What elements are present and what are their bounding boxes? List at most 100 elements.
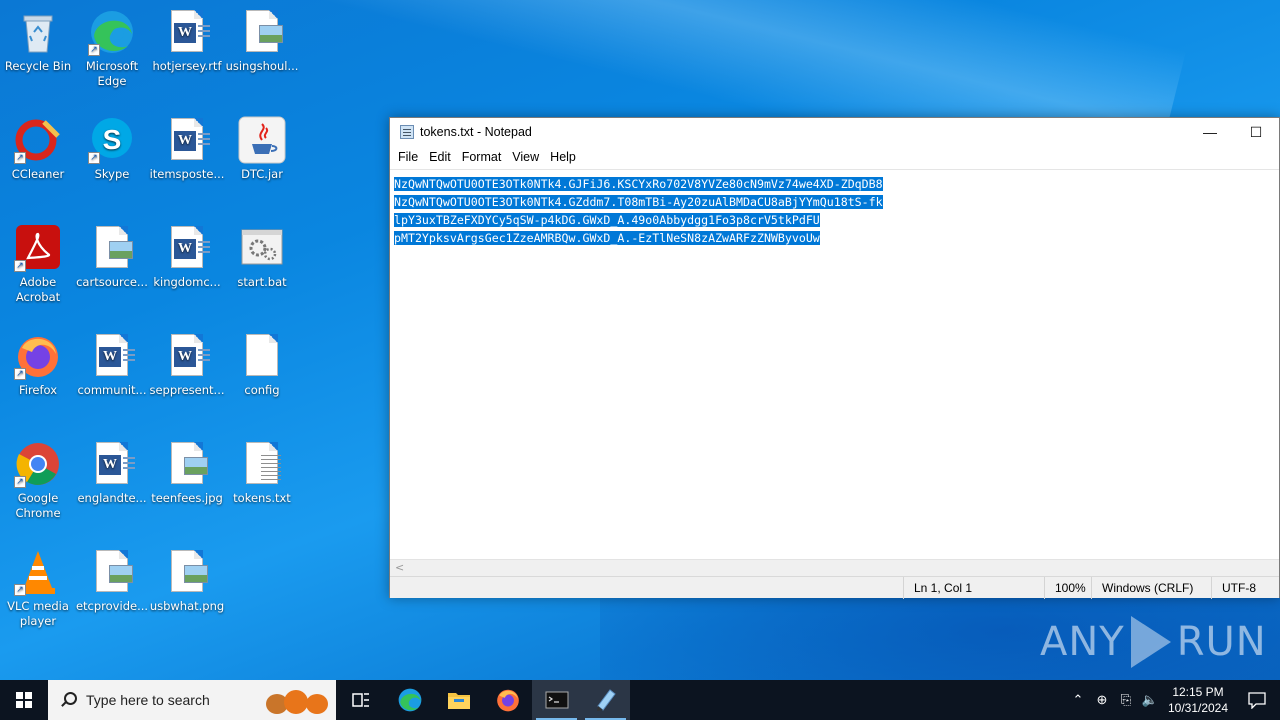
vlc-icon: ↗: [14, 548, 62, 596]
desktop-icon-itemsposte[interactable]: W itemsposte...: [149, 116, 225, 182]
notification-button[interactable]: [1234, 680, 1280, 720]
desktop-icon-englandte[interactable]: W englandte...: [74, 440, 150, 506]
desktop-icon-vlc[interactable]: ↗ VLC media player: [0, 548, 76, 629]
desktop-icon-label: VLC media player: [7, 599, 69, 628]
menu-file[interactable]: File: [396, 148, 425, 166]
scroll-left-icon[interactable]: <: [395, 561, 404, 574]
edge-icon: [398, 688, 421, 712]
status-position: Ln 1, Col 1: [903, 577, 1044, 599]
file-explorer-icon: [447, 693, 470, 709]
desktop-icon-recycle-bin[interactable]: Recycle Bin: [0, 8, 76, 74]
image-file-icon: [88, 548, 136, 596]
minimize-button[interactable]: —: [1187, 118, 1233, 146]
word-document-icon: W: [88, 440, 136, 488]
desktop-icon-config[interactable]: config: [224, 332, 300, 398]
desktop-icon-ccleaner[interactable]: ↗ CCleaner: [0, 116, 76, 182]
desktop-icon-label: teenfees.jpg: [151, 491, 223, 505]
desktop-icon-label: tokens.txt: [233, 491, 291, 505]
image-file-icon: [163, 440, 211, 488]
desktop-icon-usingshoul[interactable]: usingshoul...: [224, 8, 300, 74]
text-line: pMT2YpksvArgsGec1ZzeAMRBQw.GWxD_A.-EzTlN…: [394, 231, 820, 245]
search-placeholder: Type here to search: [86, 692, 210, 708]
word-document-icon: W: [88, 332, 136, 380]
text-line: NzQwNTQwOTU0OTE3OTk0NTk4.GZddm7.T08mTBi-…: [394, 195, 883, 209]
desktop-icon-label: englandte...: [77, 491, 147, 505]
desktop-icon-label: hotjersey.rtf: [152, 59, 222, 73]
status-line-ending: Windows (CRLF): [1091, 577, 1211, 599]
desktop-icon-label: usingshoul...: [225, 59, 299, 73]
notepad-icon: [400, 125, 414, 139]
clock[interactable]: 12:15 PM 10/31/2024: [1162, 684, 1234, 716]
taskbar-search-box[interactable]: Type here to search: [48, 680, 336, 720]
desktop-icon-firefox[interactable]: ↗ Firefox: [0, 332, 76, 398]
search-icon: [60, 692, 77, 708]
status-encoding: UTF-8: [1211, 577, 1279, 599]
desktop-icon-label: Adobe Acrobat: [15, 275, 61, 304]
ccleaner-icon: ↗: [14, 116, 62, 164]
image-file-icon: [238, 8, 286, 56]
status-bar: Ln 1, Col 1 100% Windows (CRLF) UTF-8: [390, 576, 1279, 599]
desktop-icon-microsoft-edge[interactable]: ↗ Microsoft Edge: [74, 8, 150, 89]
desktop-icon-label: config: [244, 383, 280, 397]
volume-icon[interactable]: 🔈: [1138, 692, 1162, 708]
desktop-icon-usbwhat[interactable]: usbwhat.png: [149, 548, 225, 614]
desktop-icon-seppresent[interactable]: W seppresent...: [149, 332, 225, 398]
meet-now-icon[interactable]: ⊕: [1090, 692, 1114, 708]
menu-bar: File Edit Format View Help: [390, 146, 1279, 168]
image-file-icon: [88, 224, 136, 272]
chevron-up-icon[interactable]: ⌃: [1066, 692, 1090, 708]
desktop-icon-cartsource[interactable]: cartsource...: [74, 224, 150, 290]
notepad-icon: [596, 689, 616, 711]
desktop-icon-communit[interactable]: W communit...: [74, 332, 150, 398]
taskbar-file-explorer[interactable]: [434, 680, 483, 720]
desktop-icon-dtc-jar[interactable]: DTC.jar: [224, 116, 300, 182]
desktop-icon-label: Google Chrome: [15, 491, 61, 520]
taskbar-notepad[interactable]: [581, 680, 630, 720]
blank-file-icon: [238, 332, 286, 380]
desktop-icon-kingdomc[interactable]: W kingdomc...: [149, 224, 225, 290]
desktop-icon-adobe-acrobat[interactable]: ↗ Adobe Acrobat: [0, 224, 76, 305]
java-jar-icon: [238, 116, 286, 164]
desktop-icon-label: communit...: [77, 383, 147, 397]
desktop-icon-hotjersey[interactable]: W hotjersey.rtf: [149, 8, 225, 74]
taskbar: Type here to search ⌃ ⊕ ⎘ 🔈 12:15 PM 10/…: [0, 680, 1280, 720]
desktop-icon-label: Firefox: [18, 383, 58, 397]
firefox-icon: [496, 689, 519, 712]
title-bar[interactable]: tokens.txt - Notepad — ☐: [390, 118, 1279, 146]
word-document-icon: W: [163, 332, 211, 380]
text-line: NzQwNTQwOTU0OTE3OTk0NTk4.GJFiJ6.KSCYxRo7…: [394, 177, 883, 191]
desktop-icon-label: itemsposte...: [149, 167, 225, 181]
desktop-icon-google-chrome[interactable]: ↗ Google Chrome: [0, 440, 76, 521]
menu-view[interactable]: View: [510, 148, 546, 166]
notepad-window[interactable]: tokens.txt - Notepad — ☐ File Edit Forma…: [389, 117, 1280, 599]
start-button[interactable]: [0, 680, 48, 720]
menu-help[interactable]: Help: [548, 148, 583, 166]
desktop-icon-label: CCleaner: [11, 167, 65, 181]
taskbar-terminal[interactable]: [532, 680, 581, 720]
desktop-icon-label: Recycle Bin: [4, 59, 72, 73]
maximize-button[interactable]: ☐: [1233, 118, 1279, 146]
menu-edit[interactable]: Edit: [427, 148, 458, 166]
desktop-icon-start-bat[interactable]: start.bat: [224, 224, 300, 290]
desktop-icon-teenfees[interactable]: teenfees.jpg: [149, 440, 225, 506]
clock-date: 10/31/2024: [1167, 701, 1229, 715]
menu-format[interactable]: Format: [460, 148, 509, 166]
notification-icon: [1248, 692, 1266, 709]
desktop-icon-label: usbwhat.png: [149, 599, 225, 613]
desktop-icon-label: start.bat: [237, 275, 287, 289]
desktop-icon-etcprovide[interactable]: etcprovide...: [74, 548, 150, 614]
task-view-icon: [351, 693, 369, 707]
desktop-icon-tokens-txt[interactable]: tokens.txt: [224, 440, 300, 506]
taskbar-firefox[interactable]: [483, 680, 532, 720]
desktop-icon-label: kingdomc...: [153, 275, 221, 289]
text-area[interactable]: NzQwNTQwOTU0OTE3OTk0NTk4.GJFiJ6.KSCYxRo7…: [390, 169, 1279, 559]
system-tray: ⌃ ⊕ ⎘ 🔈 12:15 PM 10/31/2024: [1066, 680, 1280, 720]
horizontal-scrollbar[interactable]: <: [390, 559, 1279, 576]
task-view-button[interactable]: [336, 680, 385, 720]
desktop-icon-skype[interactable]: S ↗ Skype: [74, 116, 150, 182]
word-document-icon: W: [163, 8, 211, 56]
edge-icon: ↗: [88, 8, 136, 56]
image-file-icon: [163, 548, 211, 596]
taskbar-edge[interactable]: [385, 680, 434, 720]
network-icon[interactable]: ⎘: [1114, 692, 1138, 708]
